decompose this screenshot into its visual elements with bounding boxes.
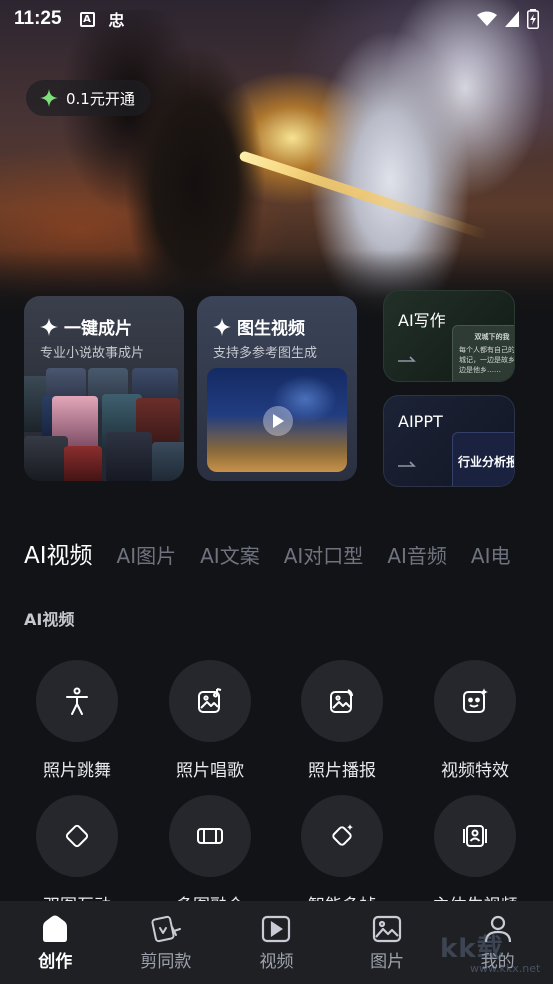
ai-writing-preview: 双城下的我 每个人都有自己的双城记，一边是故乡一边是他乡……: [452, 325, 514, 381]
one-click-title: 一键成片: [40, 314, 132, 339]
arrow-right-icon: [398, 351, 416, 367]
signal-icon: [505, 11, 519, 27]
battery-icon: [527, 9, 539, 29]
vip-open-button[interactable]: 0.1元开通: [26, 80, 151, 116]
ai-ppt-card[interactable]: AIPPT 行业分析报告: [383, 395, 515, 487]
book-cover: [64, 446, 102, 481]
tool-subject-video[interactable]: 主体生视频: [420, 795, 530, 916]
watermark: kk载: [440, 934, 504, 964]
section-title: AI视频: [24, 610, 75, 629]
image-icon: [372, 915, 402, 943]
status-bar: 11:25 A 忠: [0, 0, 553, 38]
video-effect-icon: [434, 660, 516, 742]
category-tabs: AI视频 AI图片 AI文案 AI对口型 AI音频 AI电: [24, 536, 535, 570]
nav-video[interactable]: 视频: [221, 901, 332, 984]
hero-banner[interactable]: [0, 0, 553, 320]
sparkle-icon: [213, 317, 231, 336]
nav-label: 视频: [259, 952, 294, 972]
ai-writing-title: AI写作: [398, 311, 446, 330]
tab-ai-video[interactable]: AI视频: [24, 536, 93, 570]
video-icon: [262, 915, 291, 943]
nav-label: 创作: [38, 952, 73, 972]
tab-ai-lipsync[interactable]: AI对口型: [284, 540, 364, 569]
tab-ai-more[interactable]: AI电: [471, 540, 511, 569]
photo-sing-icon: [169, 660, 251, 742]
tool-label: 照片唱歌: [176, 761, 244, 781]
nav-label: 剪同款: [140, 952, 192, 972]
nav-label: 图片: [370, 952, 405, 972]
image-to-video-title: 图生视频: [213, 314, 305, 339]
sparkle-icon: [40, 317, 58, 336]
book-cover: [24, 436, 68, 481]
template-icon: [151, 915, 181, 943]
one-click-card[interactable]: 一键成片 专业小说故事成片: [24, 296, 184, 481]
nav-create[interactable]: 创作: [0, 901, 111, 984]
tool-photo-dance[interactable]: 照片跳舞: [22, 660, 132, 781]
nav-image[interactable]: 图片: [332, 901, 443, 984]
subject-video-icon: [434, 795, 516, 877]
dance-icon: [36, 660, 118, 742]
tool-photo-sing[interactable]: 照片唱歌: [155, 660, 265, 781]
tool-multi-image[interactable]: 多图融合: [155, 795, 265, 916]
ai-writing-card[interactable]: AI写作 双城下的我 每个人都有自己的双城记，一边是故乡一边是他乡……: [383, 290, 515, 382]
tab-ai-copy[interactable]: AI文案: [200, 540, 260, 569]
photo-broadcast-icon: [301, 660, 383, 742]
tool-label: 照片跳舞: [43, 761, 111, 781]
tool-dual-image[interactable]: 双图互动: [22, 795, 132, 916]
tool-label: 照片播报: [308, 761, 376, 781]
book-cover: [106, 432, 152, 481]
tool-smart-frames[interactable]: 智能多帧: [287, 795, 397, 916]
status-a-icon: A: [79, 11, 95, 27]
image-to-video-subtitle: 支持多参考图生成: [213, 346, 318, 361]
ai-ppt-preview: 行业分析报告: [452, 432, 514, 486]
tab-ai-audio[interactable]: AI音频: [387, 540, 447, 569]
smart-frames-icon: [301, 795, 383, 877]
tab-ai-image[interactable]: AI图片: [117, 540, 177, 569]
wifi-icon: [477, 11, 497, 26]
multi-image-icon: [169, 795, 251, 877]
book-cover: [152, 442, 184, 481]
image-to-video-card[interactable]: 图生视频 支持多参考图生成: [197, 296, 357, 481]
status-time: 11:25: [14, 8, 62, 29]
sparkle-icon: [40, 89, 58, 107]
play-icon[interactable]: [263, 406, 293, 436]
watermark-url: www.kkx.net: [470, 962, 541, 975]
dual-image-icon: [36, 795, 118, 877]
ai-ppt-title: AIPPT: [398, 412, 443, 431]
image-to-video-thumbnail: [207, 368, 347, 472]
nav-template[interactable]: 剪同款: [111, 901, 222, 984]
home-icon: [43, 915, 68, 942]
tool-label: 视频特效: [441, 761, 509, 781]
tool-video-effect[interactable]: 视频特效: [420, 660, 530, 781]
tool-photo-broadcast[interactable]: 照片播报: [287, 660, 397, 781]
vip-label: 0.1元开通: [66, 89, 135, 108]
one-click-subtitle: 专业小说故事成片: [40, 346, 145, 361]
arrow-right-icon: [398, 456, 416, 472]
status-app-icon: 忠: [108, 11, 125, 30]
